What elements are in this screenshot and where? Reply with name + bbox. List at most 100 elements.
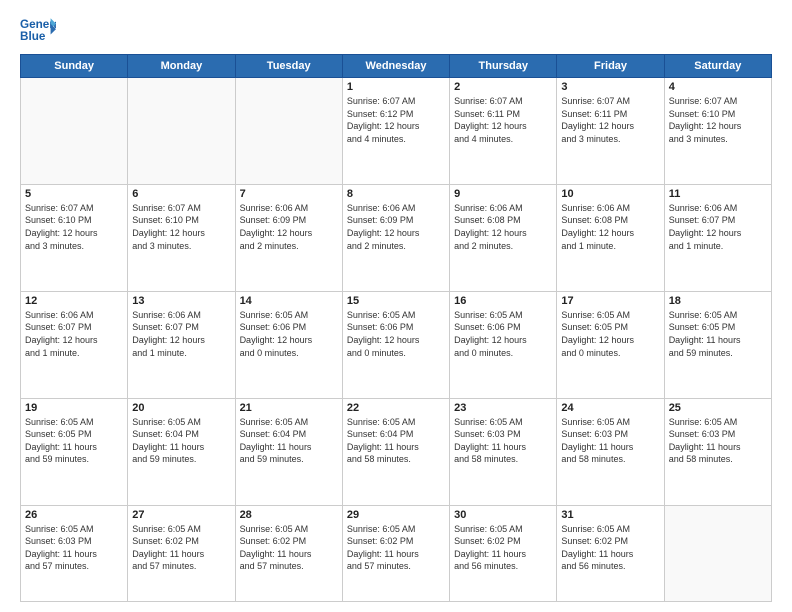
calendar-cell: 5 Sunrise: 6:07 AM Sunset: 6:10 PM Daylig… [21, 184, 128, 291]
calendar-cell: 12Sunrise: 6:06 AM Sunset: 6:07 PM Dayli… [21, 291, 128, 398]
day-info: Sunrise: 6:05 AM Sunset: 6:04 PM Dayligh… [347, 416, 445, 466]
calendar-cell: 28 Sunrise: 6:05 AM Sunset: 6:02 PM Dayli… [235, 505, 342, 602]
day-number: 13 [132, 295, 230, 307]
day-info: Sunrise: 6:05 AM Sunset: 6:02 PM Dayligh… [561, 523, 659, 573]
calendar-cell: 27Sunrise: 6:05 AM Sunset: 6:02 PM Dayli… [128, 505, 235, 602]
day-number: 1 [347, 81, 445, 93]
day-number: 6 [132, 188, 230, 200]
day-info: Sunrise: 6:05 AM Sunset: 6:03 PM Dayligh… [25, 523, 123, 573]
logo: General Blue [20, 16, 56, 44]
calendar-cell: 20 Sunrise: 6:05 AM Sunset: 6:04 PM Dayli… [128, 398, 235, 505]
calendar-cell: 2 Sunrise: 6:07 AM Sunset: 6:11 PM Daylig… [450, 78, 557, 185]
day-number: 5 [25, 188, 123, 200]
day-info: Sunrise: 6:06 AM Sunset: 6:08 PM Dayligh… [561, 202, 659, 252]
calendar-cell: 6 Sunrise: 6:07 AM Sunset: 6:10 PM Daylig… [128, 184, 235, 291]
day-info: Sunrise: 6:05 AM Sunset: 6:02 PM Dayligh… [347, 523, 445, 573]
calendar-row: 12 Sunrise: 6:06 AM Sunset: 6:07 PM Dayli… [21, 291, 772, 398]
calendar-cell: 15 Sunrise: 6:05 AM Sunset: 6:06 PM Dayli… [342, 291, 449, 398]
calendar-cell: 24Sunrise: 6:05 AM Sunset: 6:03 PM Dayli… [557, 398, 664, 505]
calendar-cell: 26 Sunrise: 6:05 AM Sunset: 6:03 PM Dayli… [21, 505, 128, 602]
day-number: 19 [25, 402, 123, 414]
calendar-cell: 29 Sunrise: 6:05 AM Sunset: 6:02 PM Dayli… [342, 505, 449, 602]
weekday-header: Saturday [664, 55, 771, 78]
day-number: 3 [561, 81, 659, 93]
day-info: Sunrise: 6:05 AM Sunset: 6:05 PM Dayligh… [669, 309, 767, 359]
day-info: Sunrise: 6:05 AM Sunset: 6:03 PM Dayligh… [561, 416, 659, 466]
calendar-cell: 4 Sunrise: 6:07 AM Sunset: 6:10 PM Daylig… [664, 78, 771, 185]
weekday-header: Thursday [450, 55, 557, 78]
day-info: Sunrise: 6:05 AM Sunset: 6:06 PM Dayligh… [347, 309, 445, 359]
day-number: 20 [132, 402, 230, 414]
calendar-cell: 14 Sunrise: 6:05 AM Sunset: 6:06 PM Dayli… [235, 291, 342, 398]
day-number: 16 [454, 295, 552, 307]
day-info: Sunrise: 6:06 AM Sunset: 6:07 PM Dayligh… [132, 309, 230, 359]
calendar-cell: 17Sunrise: 6:05 AM Sunset: 6:05 PM Dayli… [557, 291, 664, 398]
day-number: 31 [561, 509, 659, 521]
day-info: Sunrise: 6:07 AM Sunset: 6:12 PM Dayligh… [347, 95, 445, 145]
calendar-cell [128, 78, 235, 185]
day-number: 26 [25, 509, 123, 521]
day-number: 21 [240, 402, 338, 414]
day-info: Sunrise: 6:06 AM Sunset: 6:09 PM Dayligh… [240, 202, 338, 252]
calendar-cell: 3 Sunrise: 6:07 AM Sunset: 6:11 PM Daylig… [557, 78, 664, 185]
calendar-cell: 13 Sunrise: 6:06 AM Sunset: 6:07 PM Dayli… [128, 291, 235, 398]
calendar-cell: 23 Sunrise: 6:05 AM Sunset: 6:03 PM Dayli… [450, 398, 557, 505]
calendar: SundayMondayTuesdayWednesdayThursdayFrid… [20, 54, 772, 602]
calendar-cell: 31 Sunrise: 6:05 AM Sunset: 6:02 PM Dayli… [557, 505, 664, 602]
day-info: Sunrise: 6:07 AM Sunset: 6:10 PM Dayligh… [132, 202, 230, 252]
day-number: 9 [454, 188, 552, 200]
calendar-cell: 21 Sunrise: 6:05 AM Sunset: 6:04 PM Dayli… [235, 398, 342, 505]
day-info: Sunrise: 6:05 AM Sunset: 6:06 PM Dayligh… [454, 309, 552, 359]
calendar-cell [664, 505, 771, 602]
calendar-cell: 25 Sunrise: 6:05 AM Sunset: 6:03 PM Dayli… [664, 398, 771, 505]
day-info: Sunrise: 6:05 AM Sunset: 6:04 PM Dayligh… [132, 416, 230, 466]
day-info: Sunrise: 6:05 AM Sunset: 6:02 PM Dayligh… [240, 523, 338, 573]
day-number: 2 [454, 81, 552, 93]
day-number: 12 [25, 295, 123, 307]
day-info: Sunrise: 6:07 AM Sunset: 6:10 PM Dayligh… [669, 95, 767, 145]
day-info: Sunrise: 6:07 AM Sunset: 6:10 PM Dayligh… [25, 202, 123, 252]
calendar-cell: 19 Sunrise: 6:05 AM Sunset: 6:05 PM Dayli… [21, 398, 128, 505]
day-info: Sunrise: 6:07 AM Sunset: 6:11 PM Dayligh… [454, 95, 552, 145]
day-number: 8 [347, 188, 445, 200]
day-info: Sunrise: 6:05 AM Sunset: 6:03 PM Dayligh… [669, 416, 767, 466]
svg-text:Blue: Blue [20, 30, 46, 43]
calendar-cell: 18 Sunrise: 6:05 AM Sunset: 6:05 PM Dayli… [664, 291, 771, 398]
day-info: Sunrise: 6:05 AM Sunset: 6:06 PM Dayligh… [240, 309, 338, 359]
calendar-cell: 9Sunrise: 6:06 AM Sunset: 6:08 PM Daylig… [450, 184, 557, 291]
day-number: 27 [132, 509, 230, 521]
day-info: Sunrise: 6:05 AM Sunset: 6:04 PM Dayligh… [240, 416, 338, 466]
day-number: 18 [669, 295, 767, 307]
day-number: 22 [347, 402, 445, 414]
calendar-cell: 22 Sunrise: 6:05 AM Sunset: 6:04 PM Dayli… [342, 398, 449, 505]
page: General Blue SundayMondayTuesdayWednesda… [0, 0, 792, 612]
calendar-row: 19 Sunrise: 6:05 AM Sunset: 6:05 PM Dayli… [21, 398, 772, 505]
day-info: Sunrise: 6:06 AM Sunset: 6:09 PM Dayligh… [347, 202, 445, 252]
day-number: 30 [454, 509, 552, 521]
day-info: Sunrise: 6:05 AM Sunset: 6:02 PM Dayligh… [454, 523, 552, 573]
day-info: Sunrise: 6:05 AM Sunset: 6:05 PM Dayligh… [25, 416, 123, 466]
day-info: Sunrise: 6:07 AM Sunset: 6:11 PM Dayligh… [561, 95, 659, 145]
weekday-header: Monday [128, 55, 235, 78]
calendar-cell [21, 78, 128, 185]
day-number: 11 [669, 188, 767, 200]
header: General Blue [20, 16, 772, 44]
calendar-cell [235, 78, 342, 185]
calendar-cell: 30 Sunrise: 6:05 AM Sunset: 6:02 PM Dayli… [450, 505, 557, 602]
weekday-header: Tuesday [235, 55, 342, 78]
day-number: 15 [347, 295, 445, 307]
day-number: 23 [454, 402, 552, 414]
day-info: Sunrise: 6:05 AM Sunset: 6:03 PM Dayligh… [454, 416, 552, 466]
day-number: 4 [669, 81, 767, 93]
weekday-header: Friday [557, 55, 664, 78]
calendar-cell: 1 Sunrise: 6:07 AM Sunset: 6:12 PM Daylig… [342, 78, 449, 185]
day-number: 25 [669, 402, 767, 414]
calendar-cell: 7Sunrise: 6:06 AM Sunset: 6:09 PM Daylig… [235, 184, 342, 291]
day-number: 14 [240, 295, 338, 307]
day-number: 28 [240, 509, 338, 521]
day-number: 29 [347, 509, 445, 521]
calendar-cell: 10Sunrise: 6:06 AM Sunset: 6:08 PM Dayli… [557, 184, 664, 291]
calendar-cell: 16 Sunrise: 6:05 AM Sunset: 6:06 PM Dayli… [450, 291, 557, 398]
day-number: 17 [561, 295, 659, 307]
calendar-row: 26 Sunrise: 6:05 AM Sunset: 6:03 PM Dayli… [21, 505, 772, 602]
